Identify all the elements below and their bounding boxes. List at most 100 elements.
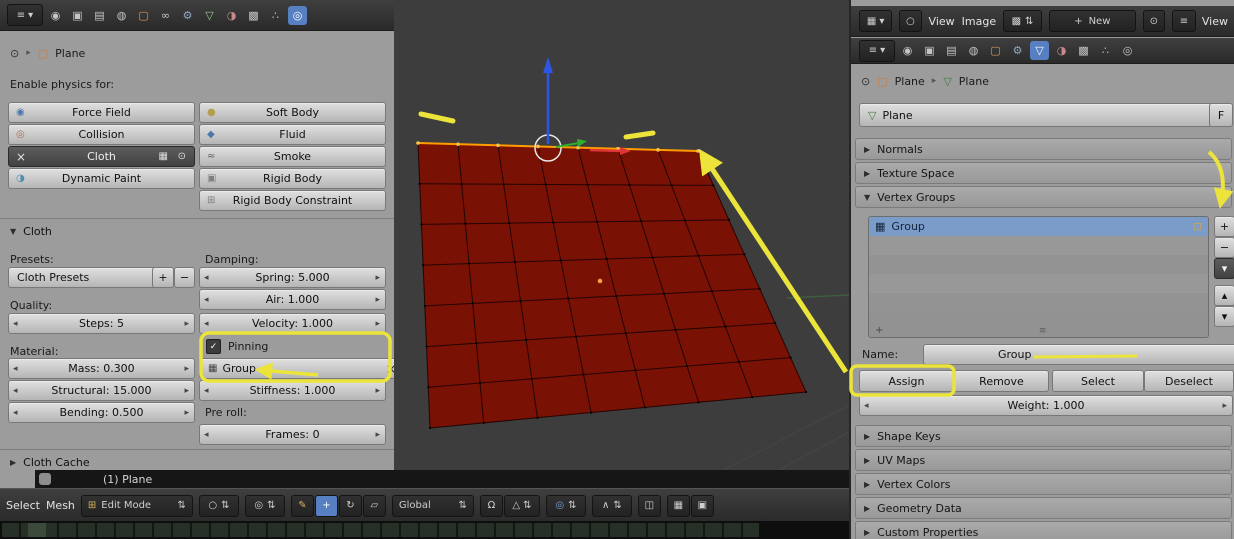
x-axis-manipulator[interactable] — [589, 148, 622, 153]
increment-icon[interactable]: ▸ — [184, 314, 189, 333]
steps-slider[interactable]: ◂ Steps: 5 ▸ — [8, 313, 195, 334]
opengl-render-button[interactable]: ▦ — [666, 494, 690, 517]
smoke-button[interactable]: ≈ Smoke — [199, 146, 386, 167]
assign-button[interactable]: Assign — [859, 370, 954, 392]
section-custom-properties[interactable]: ▶ Custom Properties — [855, 521, 1232, 539]
increment-icon[interactable]: ▸ — [375, 425, 380, 444]
render-tab[interactable]: ◉ — [46, 6, 65, 25]
physics-tab[interactable]: ◎ — [288, 5, 307, 25]
3d-viewport[interactable] — [394, 0, 849, 470]
constraints-tab[interactable]: ∞ — [156, 6, 175, 25]
increment-icon[interactable]: ▸ — [375, 381, 380, 400]
pin-group-field[interactable]: ▦ Group × — [199, 358, 402, 379]
material-tab[interactable]: ◑ — [222, 6, 241, 25]
decrement-icon[interactable]: ◂ — [13, 359, 18, 378]
snap-element-dropdown[interactable]: △ ⇅ — [503, 494, 540, 517]
modifiers-tab[interactable]: ⚙ — [1008, 41, 1027, 60]
rigid-body-button[interactable]: ▣ Rigid Body — [199, 168, 386, 189]
decrement-icon[interactable]: ◂ — [204, 314, 209, 333]
camera-icon[interactable]: ▦ — [159, 151, 168, 162]
scene-tab[interactable]: ▤ — [90, 6, 109, 25]
pin-icon[interactable]: ⊙ — [10, 47, 19, 60]
increment-icon[interactable]: ▸ — [375, 314, 380, 333]
spring-slider[interactable]: ◂ Spring: 5.000 ▸ — [199, 267, 386, 288]
soft-body-button[interactable]: ● Soft Body — [199, 102, 386, 123]
decrement-icon[interactable]: ◂ — [13, 314, 18, 333]
render-tab[interactable]: ◉ — [898, 41, 917, 60]
structural-slider[interactable]: ◂ Structural: 15.000 ▸ — [8, 380, 195, 401]
move-group-up-button[interactable]: ▴ — [1214, 285, 1234, 306]
proportional-dropdown[interactable]: ◎ ⇅ — [545, 494, 586, 517]
cloth-button[interactable]: × Cloth ▦ ⊙ — [8, 146, 195, 167]
resize-grip-icon[interactable]: ≡ — [1039, 326, 1047, 336]
collision-button[interactable]: ◎ Collision — [8, 124, 195, 145]
bending-slider[interactable]: ◂ Bending: 0.500 ▸ — [8, 402, 195, 423]
list-filter-icon[interactable]: + — [875, 325, 883, 336]
select-button[interactable]: Select — [1052, 370, 1144, 392]
header-circle-button[interactable]: ○ — [899, 10, 922, 32]
group-name-field[interactable]: Group — [923, 344, 1234, 365]
fake-user-button[interactable]: F — [1209, 103, 1233, 127]
increment-icon[interactable]: ▸ — [184, 381, 189, 400]
panel-expand-handle[interactable] — [39, 473, 51, 485]
section-shape-keys[interactable]: ▶ Shape Keys — [855, 425, 1232, 447]
select-menu[interactable]: Select — [6, 499, 40, 512]
object-tab[interactable]: ▢ — [986, 41, 1005, 60]
rigid-body-constraint-button[interactable]: ⊞ Rigid Body Constraint — [199, 190, 386, 211]
deselect-button[interactable]: Deselect — [1144, 370, 1234, 392]
world-tab[interactable]: ◍ — [964, 41, 983, 60]
vertex-group-specials-button[interactable]: ▾ — [1214, 258, 1234, 279]
data-tab[interactable]: ▽ — [200, 6, 219, 25]
view-menu[interactable]: View — [929, 15, 955, 28]
remove-preset-button[interactable]: − — [174, 267, 195, 288]
increment-icon[interactable]: ▸ — [184, 359, 189, 378]
breadcrumb-data[interactable]: Plane — [959, 75, 989, 88]
new-image-button[interactable]: + New — [1048, 10, 1136, 32]
add-vertex-group-button[interactable]: + — [1214, 216, 1234, 237]
datablock-name-field[interactable]: ▽ Plane — [859, 103, 1223, 127]
image-datablock-dropdown[interactable]: ▩ ⇅ — [1003, 10, 1042, 32]
section-normals[interactable]: ▶ Normals — [855, 138, 1232, 160]
vertex-group-row[interactable]: ▦ Group ⊡ — [869, 217, 1208, 236]
object-tab[interactable]: ▢ — [134, 6, 153, 25]
mode-dropdown[interactable]: ⊞ Edit Mode ⇅ — [80, 494, 193, 517]
increment-icon[interactable]: ▸ — [375, 290, 380, 309]
orientation-dropdown[interactable]: Global ⇅ — [391, 494, 474, 517]
remove-vertex-group-button[interactable]: − — [1214, 237, 1234, 258]
breadcrumb-object[interactable]: Plane — [55, 47, 85, 60]
snap-magnet-button[interactable]: Ω — [479, 494, 503, 517]
remove-button[interactable]: Remove — [954, 370, 1049, 392]
dynamic-paint-button[interactable]: ◑ Dynamic Paint — [8, 168, 195, 189]
decrement-icon[interactable]: ◂ — [13, 381, 18, 400]
editor-type-button[interactable]: ▦ ▾ — [859, 10, 893, 32]
increment-icon[interactable]: ▸ — [375, 268, 380, 287]
air-slider[interactable]: ◂ Air: 1.000 ▸ — [199, 289, 386, 310]
manipulator-scale-button[interactable]: ▱ — [362, 494, 386, 517]
weight-slider[interactable]: ◂ Weight: 1.000 ▸ — [859, 395, 1233, 416]
velocity-slider[interactable]: ◂ Velocity: 1.000 ▸ — [199, 313, 386, 334]
render-layers-tab[interactable]: ▣ — [68, 6, 87, 25]
section-vertex-colors[interactable]: ▶ Vertex Colors — [855, 473, 1232, 495]
shading-dropdown[interactable]: ○ ⇅ — [198, 494, 239, 517]
cloth-cache-panel-header[interactable]: ▶ Cloth Cache — [10, 456, 90, 469]
particles-tab[interactable]: ∴ — [1096, 41, 1115, 60]
pivot-dropdown[interactable]: ◎ ⇅ — [244, 494, 285, 517]
decrement-icon[interactable]: ◂ — [204, 425, 209, 444]
timeline-strip[interactable] — [0, 521, 849, 539]
breadcrumb-object[interactable]: Plane — [895, 75, 925, 88]
manipulator-translate-button[interactable]: + — [314, 494, 338, 517]
image-menu[interactable]: Image — [962, 15, 996, 28]
increment-icon[interactable]: ▸ — [184, 403, 189, 422]
fluid-button[interactable]: ◆ Fluid — [199, 124, 386, 145]
corner-editor-type-button[interactable]: ≡ — [1171, 10, 1196, 32]
section-uv-maps[interactable]: ▶ UV Maps — [855, 449, 1232, 471]
world-tab[interactable]: ◍ — [112, 6, 131, 25]
mass-slider[interactable]: ◂ Mass: 0.300 ▸ — [8, 358, 195, 379]
decrement-icon[interactable]: ◂ — [13, 403, 18, 422]
scene-tab[interactable]: ▤ — [942, 41, 961, 60]
cloth-presets-dropdown[interactable]: Cloth Presets ⇅ — [8, 267, 167, 288]
eye-icon[interactable]: ⊙ — [178, 151, 186, 162]
manipulator-rotate-button[interactable]: ↻ — [338, 494, 362, 517]
modifiers-tab[interactable]: ⚙ — [178, 6, 197, 25]
pivot-align-button[interactable]: ✎ — [290, 494, 314, 517]
